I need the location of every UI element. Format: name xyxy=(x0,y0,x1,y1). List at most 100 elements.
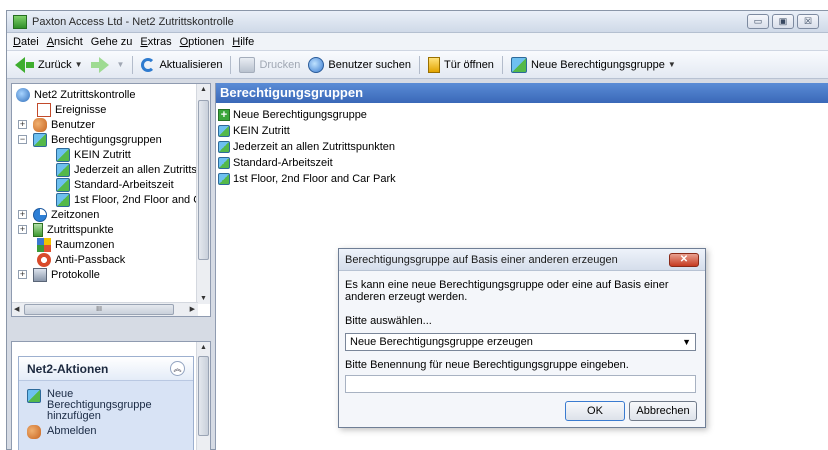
tree-item-label: Protokolle xyxy=(51,268,100,281)
maximize-button[interactable]: ▣ xyxy=(772,14,794,29)
forward-arrow-tail-icon xyxy=(90,61,99,68)
events-icon xyxy=(37,102,51,117)
scroll-thumb[interactable]: III xyxy=(24,304,174,315)
new-group-button[interactable]: Neue Berechtigungsgruppe ▼ xyxy=(507,54,680,76)
tree-item-users[interactable]: + Benutzer xyxy=(18,117,95,132)
tree-item-label: Raumzonen xyxy=(55,238,115,251)
tree-item-roomzones[interactable]: Raumzonen xyxy=(37,237,114,252)
tree-item-logs[interactable]: + Protokolle xyxy=(18,267,100,282)
list-item[interactable]: Standard-Arbeitszeit xyxy=(218,155,333,171)
tree-item-timezones[interactable]: + Zeitzonen xyxy=(18,207,99,222)
new-group-label: Neue Berechtigungsgruppe xyxy=(530,58,665,71)
toolbar-separator xyxy=(501,55,503,74)
expand-icon[interactable]: + xyxy=(18,120,27,129)
print-label: Drucken xyxy=(259,58,301,71)
close-button[interactable]: ☒ xyxy=(797,14,819,29)
add-group-action-label: Neue Berechtigungsgruppe hinzufügen xyxy=(47,388,152,422)
access-group-icon xyxy=(218,157,230,169)
expand-icon[interactable]: + xyxy=(18,225,27,234)
tree-item-antipassback[interactable]: Anti-Passback xyxy=(37,252,125,267)
access-group-icon xyxy=(510,56,527,73)
menu-optionen[interactable]: Optionen xyxy=(176,36,229,48)
menu-optionen-mnemonic: O xyxy=(179,35,189,48)
scroll-right-icon[interactable]: ▶ xyxy=(190,305,195,313)
actions-title: Net2-Aktionen xyxy=(27,361,109,376)
list-item[interactable]: KEIN Zutritt xyxy=(218,123,290,139)
list-item-label: Standard-Arbeitszeit xyxy=(233,157,333,169)
tree-item-group-child[interactable]: Standard-Arbeitszeit xyxy=(56,177,174,192)
menu-datei-mnemonic: D xyxy=(13,35,21,48)
add-icon: + xyxy=(218,109,230,121)
actions-vertical-scrollbar[interactable]: ▲ xyxy=(196,342,210,450)
back-dropdown-icon[interactable]: ▼ xyxy=(75,60,83,69)
ok-button[interactable]: OK xyxy=(565,401,625,421)
window-controls: ▭ ▣ ☒ xyxy=(747,14,819,29)
navigation-tree: Net2 Zutrittskontrolle Ereignisse + Benu… xyxy=(11,83,211,317)
tree-horizontal-scrollbar[interactable]: ◀ III ▶ xyxy=(12,302,198,316)
dropdown-arrow-icon[interactable]: ▼ xyxy=(682,334,691,350)
tree-item-groups[interactable]: − Berechtigungsgruppen xyxy=(18,132,162,147)
forward-dropdown-icon[interactable]: ▼ xyxy=(117,60,125,69)
list-item-new-group[interactable]: + Neue Berechtigungsgruppe xyxy=(218,107,367,123)
menu-datei[interactable]: Datei xyxy=(9,36,43,48)
network-icon xyxy=(16,87,30,102)
menu-hilfe[interactable]: Hilfe xyxy=(228,36,258,48)
menu-extras[interactable]: Extras xyxy=(136,36,175,48)
scroll-down-icon[interactable]: ▼ xyxy=(200,295,207,302)
menu-extras-mnemonic: E xyxy=(140,35,148,48)
refresh-button[interactable]: Aktualisieren xyxy=(137,54,226,76)
group-type-select[interactable]: Neue Berechtigungsgruppe erzeugen ▼ xyxy=(345,333,696,351)
dialog-close-icon[interactable]: ✕ xyxy=(669,253,699,267)
scroll-left-icon[interactable]: ◀ xyxy=(14,305,19,313)
scroll-thumb[interactable] xyxy=(198,100,209,260)
collapse-chevron-icon[interactable]: ︽ xyxy=(170,361,185,376)
menu-gehe-zu[interactable]: Gehe zu xyxy=(87,36,137,48)
scroll-thumb[interactable] xyxy=(198,356,209,436)
back-arrow-icon xyxy=(15,56,25,73)
tree-item-label: Jederzeit an allen Zutritts xyxy=(74,163,197,176)
search-users-button[interactable]: Benutzer suchen xyxy=(304,54,415,76)
select-label: Bitte auswählen... xyxy=(345,315,432,327)
tree-item-label: Benutzer xyxy=(51,118,96,131)
open-door-button[interactable]: Tür öffnen xyxy=(424,54,498,76)
list-item[interactable]: Jederzeit an allen Zutrittspunkten xyxy=(218,139,395,155)
new-group-dropdown-icon[interactable]: ▼ xyxy=(668,60,676,69)
actions-header[interactable]: Net2-Aktionen ︽ xyxy=(19,357,193,381)
refresh-icon xyxy=(141,57,156,72)
logout-action[interactable]: Abmelden xyxy=(27,425,97,439)
tree-item-label: Zutrittspunkte xyxy=(47,223,114,236)
tree-item-label: Anti-Passback xyxy=(55,253,126,266)
tree-item-doorpoints[interactable]: + Zutrittspunkte xyxy=(18,222,114,237)
tree-item-group-child[interactable]: 1st Floor, 2nd Floor and C xyxy=(56,192,201,207)
tree-item-label: Standard-Arbeitszeit xyxy=(74,178,174,191)
tree-item-group-child[interactable]: KEIN Zutritt xyxy=(56,147,131,162)
expand-icon[interactable]: + xyxy=(18,270,27,279)
create-group-dialog: Berechtigungsgruppe auf Basis einer ande… xyxy=(338,248,706,428)
group-name-input[interactable] xyxy=(345,375,696,393)
window-title: Paxton Access Ltd - Net2 Zutrittskontrol… xyxy=(32,15,234,28)
scroll-up-icon[interactable]: ▲ xyxy=(200,344,207,351)
print-button[interactable]: Drucken xyxy=(235,54,304,76)
forward-button[interactable]: ▼ xyxy=(87,54,129,76)
cancel-button[interactable]: Abbrechen xyxy=(629,401,697,421)
expand-icon[interactable]: + xyxy=(18,210,27,219)
list-item-label: KEIN Zutritt xyxy=(233,125,290,137)
tree-item-root[interactable]: Net2 Zutrittskontrolle xyxy=(16,87,135,102)
access-group-icon xyxy=(218,141,230,153)
collapse-icon[interactable]: − xyxy=(18,135,27,144)
tree-item-label: KEIN Zutritt xyxy=(74,148,131,161)
menu-ansicht[interactable]: Ansicht xyxy=(43,36,87,48)
users-icon xyxy=(33,117,47,132)
tree-item-group-child[interactable]: Jederzeit an allen Zutritts xyxy=(56,162,197,177)
menu-extras-label: xtras xyxy=(147,35,172,48)
add-group-action[interactable]: Neue Berechtigungsgruppe hinzufügen xyxy=(27,388,152,422)
access-group-icon xyxy=(56,147,70,162)
list-item[interactable]: 1st Floor, 2nd Floor and Car Park xyxy=(218,171,396,187)
scroll-up-icon[interactable]: ▲ xyxy=(200,86,207,93)
tree-item-events[interactable]: Ereignisse xyxy=(37,102,106,117)
access-group-icon xyxy=(33,132,47,147)
access-group-icon xyxy=(56,192,70,207)
back-button[interactable]: Zurück ▼ xyxy=(11,54,87,76)
minimize-button[interactable]: ▭ xyxy=(747,14,769,29)
tree-vertical-scrollbar[interactable]: ▲ ▼ xyxy=(196,84,210,304)
